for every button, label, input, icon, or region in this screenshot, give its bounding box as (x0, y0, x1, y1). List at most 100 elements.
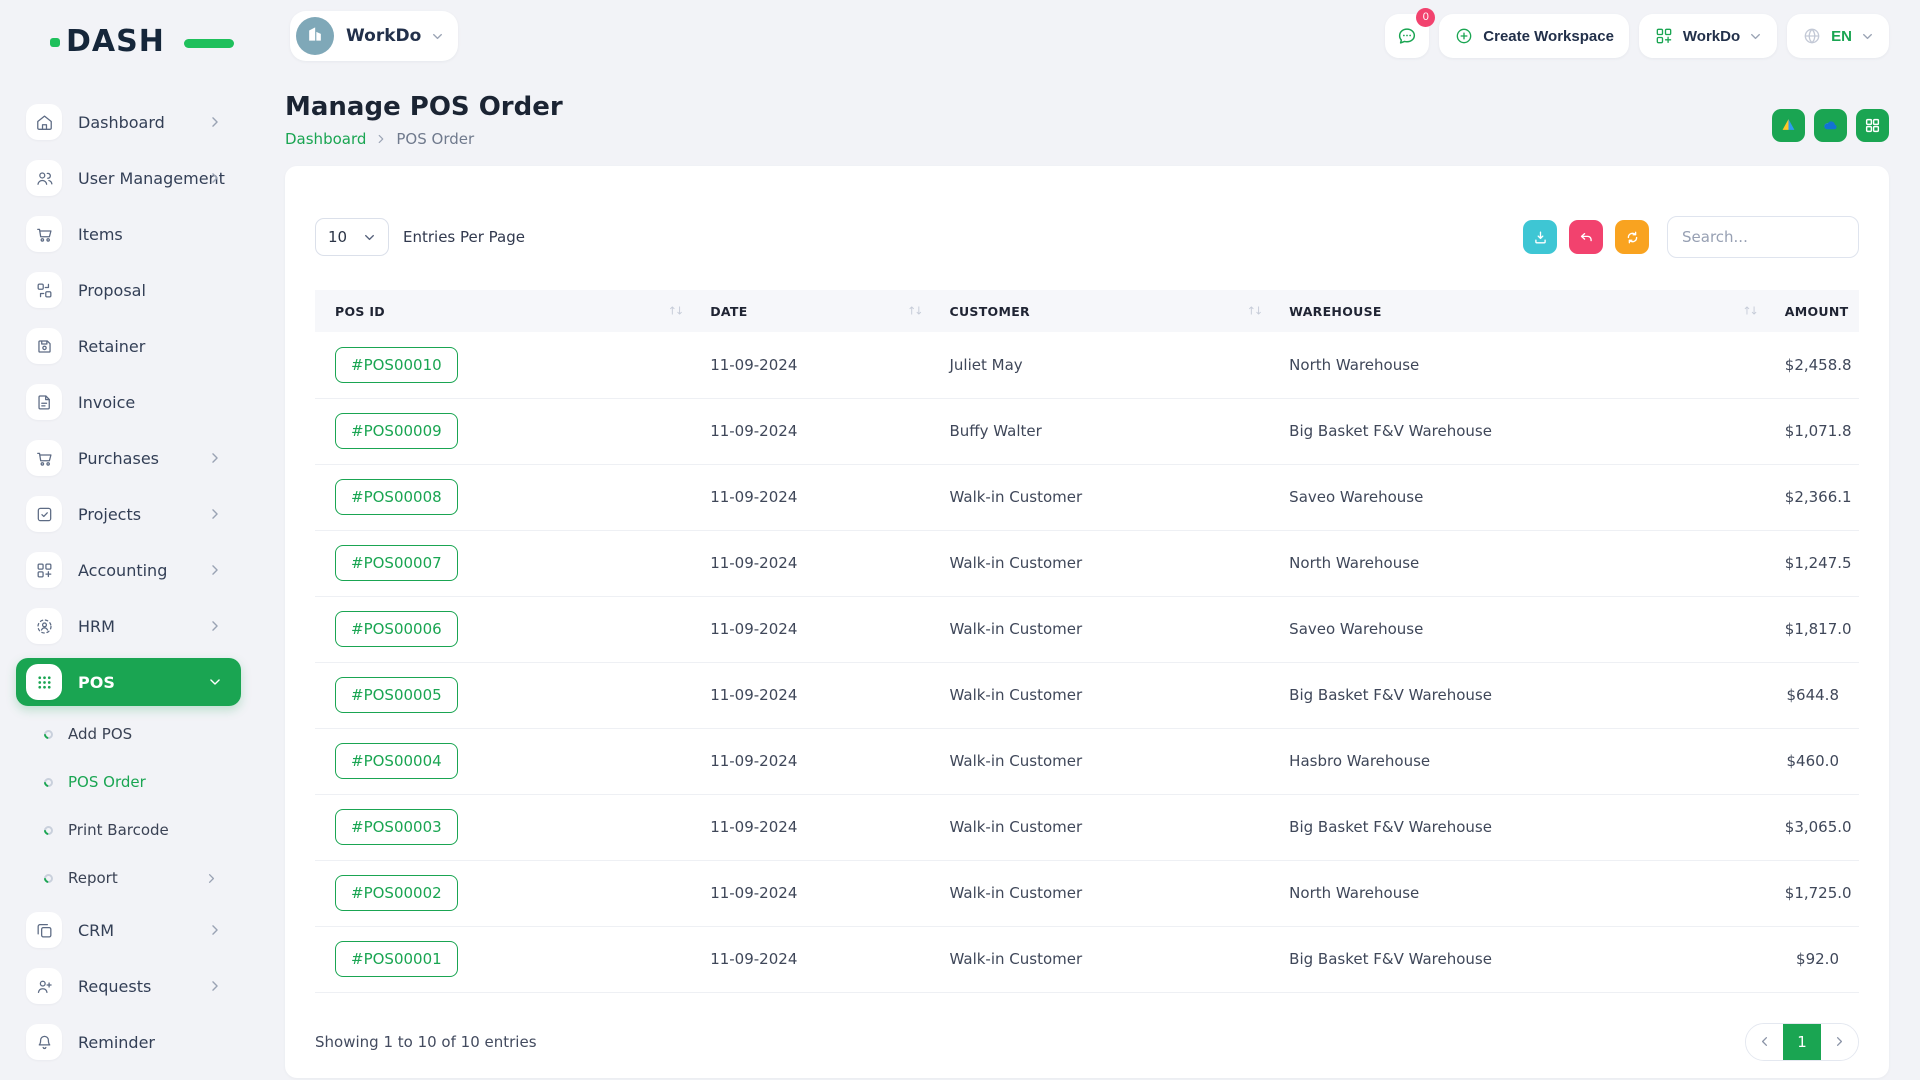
sidebar-item[interactable]: Reminder (0, 1014, 257, 1070)
table-header: POS ID ↑↓ DATE ↑↓ CUSTOMER ↑↓ WAREHOUSE (315, 290, 1859, 332)
person-plus-icon (26, 968, 62, 1004)
sidebar-item[interactable]: User Management (0, 150, 257, 206)
topbar: WorkDo 0 Create Workspace WorkDo (257, 0, 1920, 72)
breadcrumb-dashboard-link[interactable]: Dashboard (285, 130, 366, 148)
pos-id-badge[interactable]: #POS00004 (335, 743, 458, 779)
cell-amount: $92.0 (1765, 926, 1859, 992)
sidebar-item[interactable]: Items (0, 206, 257, 262)
logo-dash-icon (184, 39, 234, 48)
language-code: EN (1831, 28, 1852, 45)
messages-button[interactable]: 0 (1385, 14, 1429, 58)
pos-id-badge[interactable]: #POS00006 (335, 611, 458, 647)
app-switcher-button[interactable]: WorkDo (1639, 14, 1777, 58)
page-title: Manage POS Order (285, 92, 1889, 122)
sidebar-item[interactable]: Projects (0, 486, 257, 542)
sidebar-item-label: Accounting (78, 561, 167, 580)
search-input[interactable] (1667, 216, 1859, 258)
sidebar-subitem[interactable]: Add POS (0, 710, 257, 758)
main-area: WorkDo 0 Create Workspace WorkDo (257, 0, 1920, 1080)
cell-customer: Walk-in Customer (930, 596, 1270, 662)
proposal-icon (26, 272, 62, 308)
table-row: #POS00007 11-09-2024 Walk-in Customer No… (315, 530, 1859, 596)
sidebar-item[interactable]: Purchases (0, 430, 257, 486)
sidebar-menu: Dashboard User Management Items Proposal (0, 94, 257, 1070)
cell-date: 11-09-2024 (690, 794, 929, 860)
pos-order-card: 10 Entries Per Page (285, 166, 1889, 1078)
sidebar-item[interactable]: CRM (0, 902, 257, 958)
pos-id-badge[interactable]: #POS00007 (335, 545, 458, 581)
cell-amount: $3,065.0 (1765, 794, 1859, 860)
sort-icon: ↑↓ (1742, 305, 1756, 318)
sidebar-subitem-label: POS Order (68, 773, 146, 791)
sidebar-item[interactable]: Invoice (0, 374, 257, 430)
page-content: Manage POS Order Dashboard POS Order 10 … (257, 72, 1920, 1080)
pos-id-badge[interactable]: #POS00002 (335, 875, 458, 911)
next-page-button[interactable] (1821, 1024, 1858, 1060)
google-drive-button[interactable] (1772, 109, 1805, 142)
reset-button[interactable] (1569, 220, 1603, 254)
breadcrumb-current: POS Order (396, 130, 474, 148)
create-workspace-button[interactable]: Create Workspace (1439, 14, 1629, 58)
column-header[interactable]: AMOUNT (1765, 290, 1859, 332)
submenu-bullet-icon (42, 824, 55, 837)
app-switcher-label: WorkDo (1683, 28, 1740, 45)
prev-page-button[interactable] (1746, 1024, 1783, 1060)
sidebar-item-label: Invoice (78, 393, 135, 412)
pos-id-badge[interactable]: #POS00008 (335, 479, 458, 515)
column-header[interactable]: WAREHOUSE ↑↓ (1269, 290, 1765, 332)
google-drive-icon (1779, 116, 1798, 135)
cell-date: 11-09-2024 (690, 926, 929, 992)
sidebar-item[interactable]: Accounting (0, 542, 257, 598)
language-button[interactable]: EN (1787, 14, 1889, 58)
onedrive-button[interactable] (1814, 109, 1847, 142)
pos-id-badge[interactable]: #POS00010 (335, 347, 458, 383)
cell-customer: Walk-in Customer (930, 860, 1270, 926)
apps-grid-icon (1863, 116, 1882, 135)
cell-warehouse: North Warehouse (1269, 860, 1765, 926)
cell-amount: $2,366.1 (1765, 464, 1859, 530)
current-page-button[interactable]: 1 (1783, 1024, 1821, 1060)
cell-customer: Walk-in Customer (930, 464, 1270, 530)
sidebar-item[interactable]: Retainer (0, 318, 257, 374)
sidebar-item[interactable]: POS (16, 658, 241, 706)
sidebar-subitem[interactable]: Report (0, 854, 257, 902)
column-header[interactable]: DATE ↑↓ (690, 290, 929, 332)
column-header[interactable]: POS ID ↑↓ (315, 290, 690, 332)
sidebar-item[interactable]: Proposal (0, 262, 257, 318)
export-button[interactable] (1523, 220, 1557, 254)
workspace-selector[interactable]: WorkDo (290, 11, 458, 61)
cell-customer: Walk-in Customer (930, 926, 1270, 992)
sort-icon: ↑↓ (907, 305, 921, 318)
chevron-down-icon (1861, 30, 1874, 43)
column-label: AMOUNT (1785, 304, 1849, 319)
column-label: POS ID (335, 304, 385, 319)
entries-per-page-select[interactable]: 10 (315, 218, 389, 256)
pos-id-badge[interactable]: #POS00009 (335, 413, 458, 449)
brand-logo[interactable]: DASH (66, 24, 196, 60)
cell-date: 11-09-2024 (690, 332, 929, 398)
submenu-bullet-icon (42, 728, 55, 741)
cell-warehouse: North Warehouse (1269, 332, 1765, 398)
column-header[interactable]: CUSTOMER ↑↓ (930, 290, 1270, 332)
sidebar-subitem[interactable]: POS Order (0, 758, 257, 806)
sidebar-subitem[interactable]: Print Barcode (0, 806, 257, 854)
sidebar-item-label: Proposal (78, 281, 146, 300)
table-row: #POS00004 11-09-2024 Walk-in Customer Ha… (315, 728, 1859, 794)
sidebar-item-label: Items (78, 225, 123, 244)
cell-warehouse: North Warehouse (1269, 530, 1765, 596)
sidebar-item[interactable]: HRM (0, 598, 257, 654)
sidebar-item[interactable]: Requests (0, 958, 257, 1014)
table-row: #POS00006 11-09-2024 Walk-in Customer Sa… (315, 596, 1859, 662)
pos-id-badge[interactable]: #POS00005 (335, 677, 458, 713)
cell-warehouse: Hasbro Warehouse (1269, 728, 1765, 794)
pos-id-badge[interactable]: #POS00003 (335, 809, 458, 845)
cell-amount: $2,458.8 (1765, 332, 1859, 398)
pos-id-badge[interactable]: #POS00001 (335, 941, 458, 977)
sidebar-item[interactable]: Dashboard (0, 94, 257, 150)
entries-label: Entries Per Page (403, 228, 525, 246)
cell-amount: $1,725.0 (1765, 860, 1859, 926)
table-actions (1511, 216, 1859, 258)
table-row: #POS00010 11-09-2024 Juliet May North Wa… (315, 332, 1859, 398)
refresh-button[interactable] (1615, 220, 1649, 254)
apps-grid-button[interactable] (1856, 109, 1889, 142)
